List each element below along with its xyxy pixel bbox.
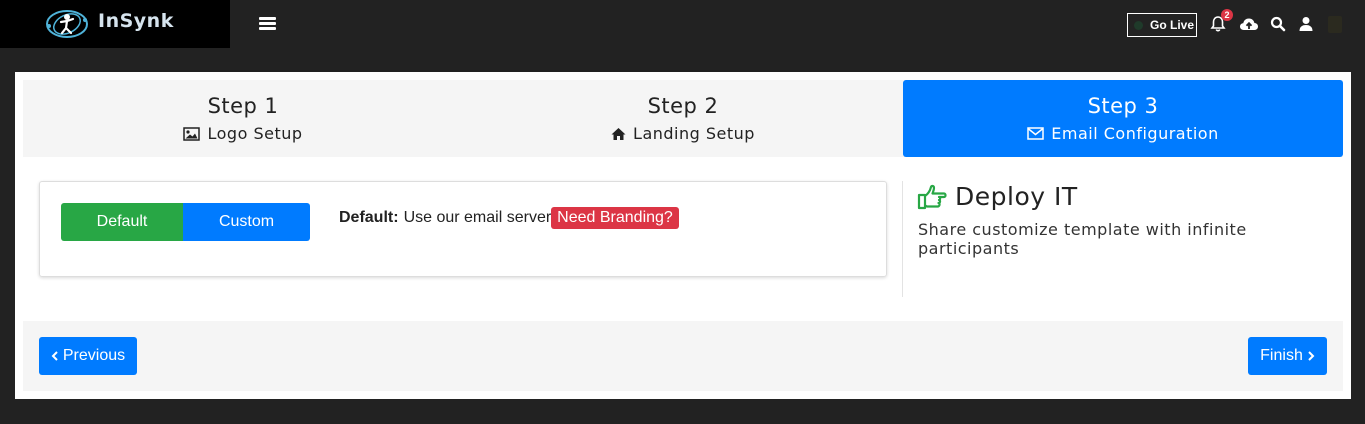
email-server-toggle: Default Custom xyxy=(61,203,310,241)
home-icon xyxy=(611,127,626,140)
step-1-tab[interactable]: Step 1 Logo Setup xyxy=(23,80,463,157)
search-icon[interactable] xyxy=(1269,15,1287,33)
top-navbar: InSynk Go Live 2 xyxy=(0,0,1365,48)
brand-logo[interactable]: InSynk xyxy=(0,0,230,48)
custom-option-button[interactable]: Custom xyxy=(183,203,310,241)
live-status-dot xyxy=(1134,20,1143,30)
step-title: Step 1 xyxy=(207,94,279,118)
brand-name: InSynk xyxy=(98,10,174,32)
deploy-heading: Deploy IT xyxy=(917,182,1078,211)
need-branding-badge[interactable]: Need Branding? xyxy=(551,207,679,229)
description-text: Use our email server xyxy=(403,209,552,226)
wizard-card: Step 1 Logo Setup Step 2 Landing Setup S… xyxy=(15,72,1351,399)
email-config-panel: Default Custom Default: Use our email se… xyxy=(39,181,887,277)
step-3-tab[interactable]: Step 3 Email Configuration xyxy=(903,80,1343,157)
previous-button[interactable]: Previous xyxy=(39,337,137,375)
vertical-divider xyxy=(902,181,903,297)
wizard-footer: Previous Finish xyxy=(23,321,1343,391)
step-subtitle: Logo Setup xyxy=(207,124,303,143)
deploy-title: Deploy IT xyxy=(955,182,1078,211)
wizard-steps: Step 1 Logo Setup Step 2 Landing Setup S… xyxy=(23,80,1343,157)
option-description: Default: Use our email server Need Brand… xyxy=(339,207,679,229)
notification-badge: 2 xyxy=(1221,9,1233,21)
chevron-left-icon xyxy=(51,351,58,361)
chevron-right-icon xyxy=(1308,351,1315,361)
finish-button[interactable]: Finish xyxy=(1248,337,1327,375)
description-label: Default: xyxy=(339,209,399,226)
step-title: Step 3 xyxy=(1087,94,1159,118)
logo-icon xyxy=(46,10,88,38)
go-live-label: Go Live xyxy=(1150,18,1195,32)
user-icon[interactable] xyxy=(1297,15,1315,33)
envelope-icon xyxy=(1027,127,1044,140)
step-2-tab[interactable]: Step 2 Landing Setup xyxy=(463,80,903,157)
step-title: Step 2 xyxy=(647,94,719,118)
image-icon xyxy=(183,126,201,141)
deploy-subtitle: Share customize template with infinite p… xyxy=(918,220,1247,258)
default-option-button[interactable]: Default xyxy=(61,203,183,241)
menu-icon[interactable] xyxy=(259,17,276,32)
step-subtitle: Landing Setup xyxy=(633,124,755,143)
hand-pointing-right-icon xyxy=(917,184,947,209)
finish-label: Finish xyxy=(1260,347,1303,364)
go-live-button[interactable]: Go Live xyxy=(1127,13,1197,37)
previous-label: Previous xyxy=(62,347,126,364)
avatar[interactable] xyxy=(1328,16,1342,33)
step-subtitle: Email Configuration xyxy=(1051,124,1219,143)
cloud-upload-icon[interactable] xyxy=(1239,15,1259,33)
